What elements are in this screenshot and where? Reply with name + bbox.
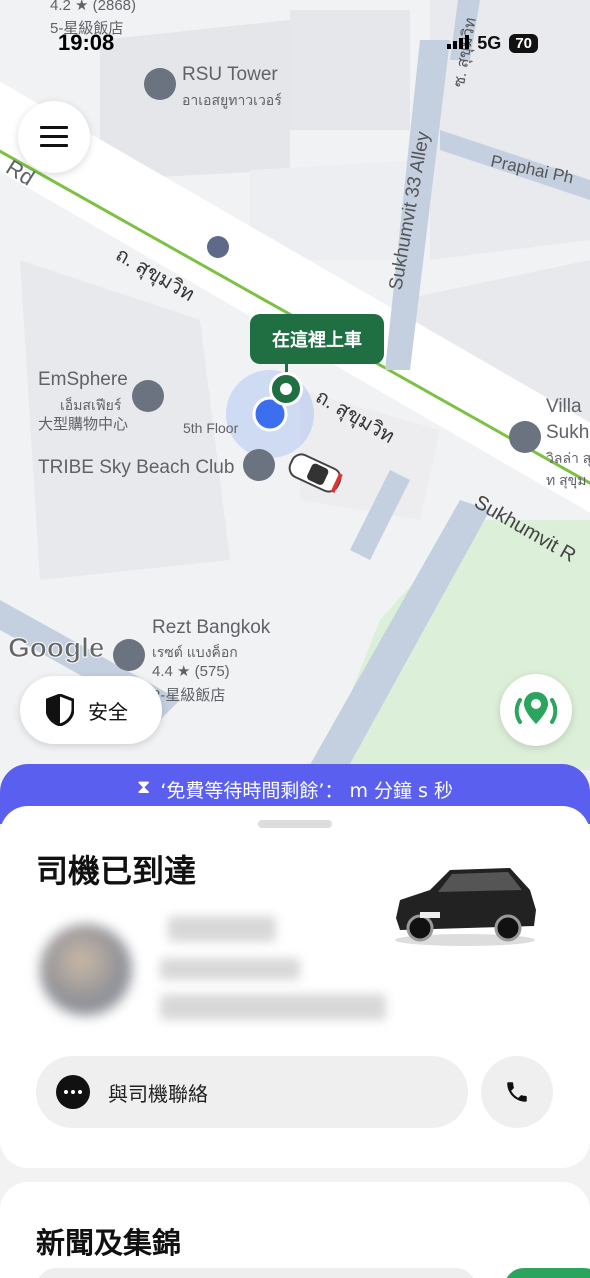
signal-icon	[447, 33, 470, 54]
news-title: 新聞及集錦	[36, 1226, 182, 1260]
rezt-rating-label: 4.4 ★ (575)	[152, 663, 230, 680]
driver-vehicle-blurred	[160, 994, 386, 1020]
driver-avatar	[40, 924, 132, 1016]
hamburger-icon	[40, 126, 68, 147]
emsphere-label[interactable]: EmSphere	[38, 369, 128, 391]
villa-label-4: ท สุขุม	[546, 472, 587, 488]
emsphere-type-label: 大型購物中心	[38, 416, 129, 433]
contact-driver-label: 與司機聯絡	[108, 1081, 208, 1106]
car-image	[395, 868, 536, 946]
battery-icon: 70	[509, 34, 538, 53]
driver-plate-blurred	[160, 958, 300, 980]
villa-label-3: วิลล่า สุ	[546, 450, 590, 466]
driver-name-blurred	[168, 916, 276, 942]
rsu-tower-thai-label: อาเอสยูทาวเวอร์	[182, 92, 282, 108]
news-section: 新聞及集錦	[0, 1182, 590, 1278]
location-pin-icon	[514, 692, 558, 724]
rsu-tower-label[interactable]: RSU Tower	[182, 64, 278, 86]
contact-driver-button[interactable]: 與司機聯絡	[36, 1056, 468, 1128]
status-time: 19:08	[58, 30, 115, 55]
tribe-label[interactable]: TRIBE Sky Beach Club	[38, 457, 234, 479]
call-driver-button[interactable]	[481, 1056, 553, 1128]
google-logo: Google	[7, 632, 105, 664]
fifth-floor-label: 5th Floor	[183, 420, 239, 436]
rezt-label[interactable]: Rezt Bangkok	[152, 617, 270, 639]
news-card-secondary[interactable]	[504, 1268, 590, 1278]
villa-label-1: Villa	[546, 396, 582, 417]
villa-label-2: Sukh	[546, 422, 590, 443]
pickup-pin-icon[interactable]	[269, 372, 303, 406]
phone-icon	[507, 1082, 527, 1102]
pickup-tag[interactable]: 在這裡上車	[250, 314, 384, 364]
pickup-locate-button[interactable]	[500, 674, 572, 746]
rezt-thai-label: เรซต์ แบงค็อก	[152, 644, 238, 660]
menu-button[interactable]	[18, 101, 90, 173]
driver-sheet: 司機已到達 與司機聯絡	[0, 806, 590, 1168]
top-rating-label: 4.2 ★ (2868)	[50, 0, 136, 14]
sheet-handle[interactable]	[258, 820, 332, 828]
news-card[interactable]	[36, 1268, 476, 1278]
network-label: 5G	[477, 33, 502, 53]
sheet-title: 司機已到達	[36, 852, 197, 890]
rezt-class-label: 2-星級飯店	[152, 687, 226, 704]
chat-icon	[56, 1075, 90, 1109]
shield-icon	[46, 694, 74, 726]
safety-label: 安全	[88, 699, 128, 724]
status-right: 5G 70	[447, 33, 538, 54]
safety-button[interactable]: 安全	[20, 676, 162, 744]
